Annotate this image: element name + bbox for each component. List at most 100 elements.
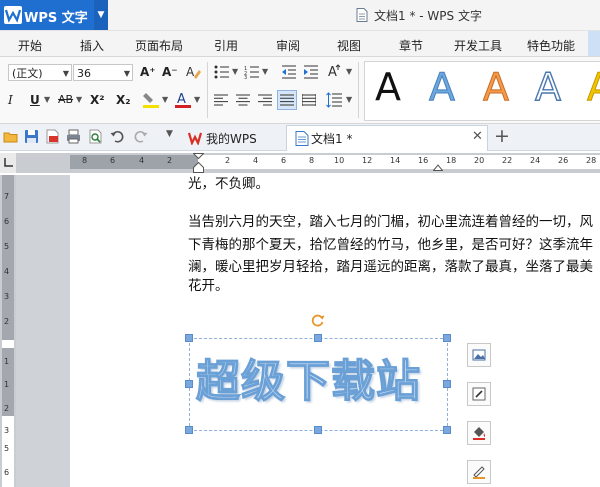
chevron-down-icon[interactable]: ▼ [162,92,168,108]
ribbon-separator [358,62,359,118]
align-center-icon[interactable] [236,94,250,106]
resize-handle[interactable] [443,380,451,388]
print-preview-icon[interactable] [88,129,103,144]
resize-handle[interactable] [314,334,322,342]
menu-page-layout[interactable]: 页面布局 [135,37,183,54]
menu-chapter[interactable]: 章节 [399,37,423,54]
text-effect-gallery: A A A A A [364,61,600,121]
rotate-handle-icon[interactable] [311,313,325,327]
chevron-down-icon[interactable]: ▼ [194,92,200,108]
right-indent-marker-icon[interactable] [433,161,443,171]
line-spacing-icon[interactable] [326,92,342,108]
edit-shape-icon [472,387,486,401]
fill-button[interactable] [467,421,491,445]
bullet-list-icon[interactable] [214,65,230,79]
ruler-corner-button[interactable] [0,153,16,173]
ruler-number: 3 [4,292,10,301]
style-sample-blue[interactable]: A [429,65,456,110]
style-combo[interactable]: (正文) ▼ [8,64,72,81]
ruler-number: 2 [167,156,173,165]
ruler-number: 20 [474,156,485,165]
ruler-number: 5 [4,242,10,251]
new-tab-button[interactable]: + [494,125,510,147]
grow-font-button[interactable]: A⁺ [140,64,156,80]
clear-format-icon[interactable]: A [185,64,201,80]
resize-handle[interactable] [185,426,193,434]
style-combo-value: (正文) [12,67,43,80]
superscript-button[interactable]: X² [90,92,105,108]
chevron-down-icon[interactable]: ▼ [346,92,352,108]
resize-handle[interactable] [443,426,451,434]
edit-shape-button[interactable] [467,382,491,406]
font-color-icon[interactable]: A [174,91,192,109]
menu-home[interactable]: 开始 [18,37,42,54]
outline-button[interactable] [467,460,491,484]
menu-developer-tools[interactable]: 开发工具 [454,37,502,54]
style-sample-gold[interactable]: A [587,65,600,110]
chevron-down-icon[interactable]: ▼ [76,92,82,108]
svg-text:3: 3 [244,75,247,79]
ruler-number: 6 [4,468,10,477]
resize-handle[interactable] [314,426,322,434]
increase-indent-icon[interactable] [303,65,319,79]
ruler-number: 24 [530,156,541,165]
menu-view[interactable]: 视图 [337,37,361,54]
ruler-number: 6 [4,217,10,226]
text-direction-icon[interactable]: A [326,63,344,79]
font-size-combo[interactable]: 36 ▼ [73,64,133,81]
export-pdf-icon[interactable] [45,129,60,144]
resize-handle[interactable] [185,334,193,342]
close-tab-icon[interactable]: ✕ [472,129,483,144]
tab-my-wps[interactable]: 我的WPS [180,126,286,150]
tab-document[interactable]: 文档1 * ✕ [286,125,488,151]
menu-references[interactable]: 引用 [214,37,238,54]
redo-icon[interactable] [133,129,148,144]
document-line: 当告别六月的天空，踏入七月的门楣，初心里流连着曾经的一切，风 [188,214,593,230]
save-icon[interactable] [24,129,39,144]
customize-toolbar-icon[interactable]: ▼ [166,129,173,139]
strikethrough-button[interactable]: AB [58,92,73,108]
print-icon[interactable] [66,129,81,144]
underline-button[interactable]: U [30,92,40,108]
chevron-down-icon[interactable]: ▼ [262,64,268,80]
subscript-button[interactable]: X₂ [116,92,131,108]
menu-overflow[interactable] [588,31,600,56]
align-left-icon[interactable] [214,94,228,106]
highlight-icon[interactable] [142,91,160,109]
undo-icon[interactable] [110,129,125,144]
ribbon-separator [207,62,208,118]
ruler-number: 4 [253,156,259,165]
distributed-align-icon[interactable] [302,94,316,106]
shrink-font-button[interactable]: A⁻ [162,64,178,80]
style-sample-orange[interactable]: A [483,65,510,110]
ruler-number: 16 [418,156,429,165]
justify-button[interactable] [277,90,297,110]
ruler-number: 8 [82,156,88,165]
chevron-down-icon[interactable]: ▼ [232,64,238,80]
wps-logo-icon [4,6,22,24]
menu-review[interactable]: 审阅 [276,37,300,54]
chevron-down-icon[interactable]: ▼ [44,92,50,108]
chevron-down-icon[interactable]: ▼ [346,64,352,80]
tab-my-wps-label: 我的WPS [206,132,257,146]
menu-insert[interactable]: 插入 [80,37,104,54]
resize-handle[interactable] [443,334,451,342]
layout-options-button[interactable] [467,343,491,367]
italic-button[interactable]: I [8,92,13,108]
style-sample-black[interactable]: A [375,65,401,109]
app-menu-button[interactable]: WPS 文字 [0,0,94,30]
ruler-number: 6 [110,156,116,165]
decrease-indent-icon[interactable] [281,65,297,79]
ruler-number: 22 [502,156,513,165]
menu-special-features[interactable]: 特色功能 [527,37,575,54]
wordart-text[interactable]: 超级下载站 [195,352,421,412]
app-dropdown-button[interactable]: ▼ [94,0,108,30]
ruler-number: 6 [281,156,287,165]
app-name: WPS 文字 [24,11,88,26]
open-folder-icon[interactable] [3,129,18,144]
resize-handle[interactable] [185,380,193,388]
numbered-list-icon[interactable]: 123 [244,65,260,79]
style-sample-outline[interactable]: A [534,64,561,109]
align-right-icon[interactable] [258,94,272,106]
indent-marker-icon[interactable] [193,153,204,173]
